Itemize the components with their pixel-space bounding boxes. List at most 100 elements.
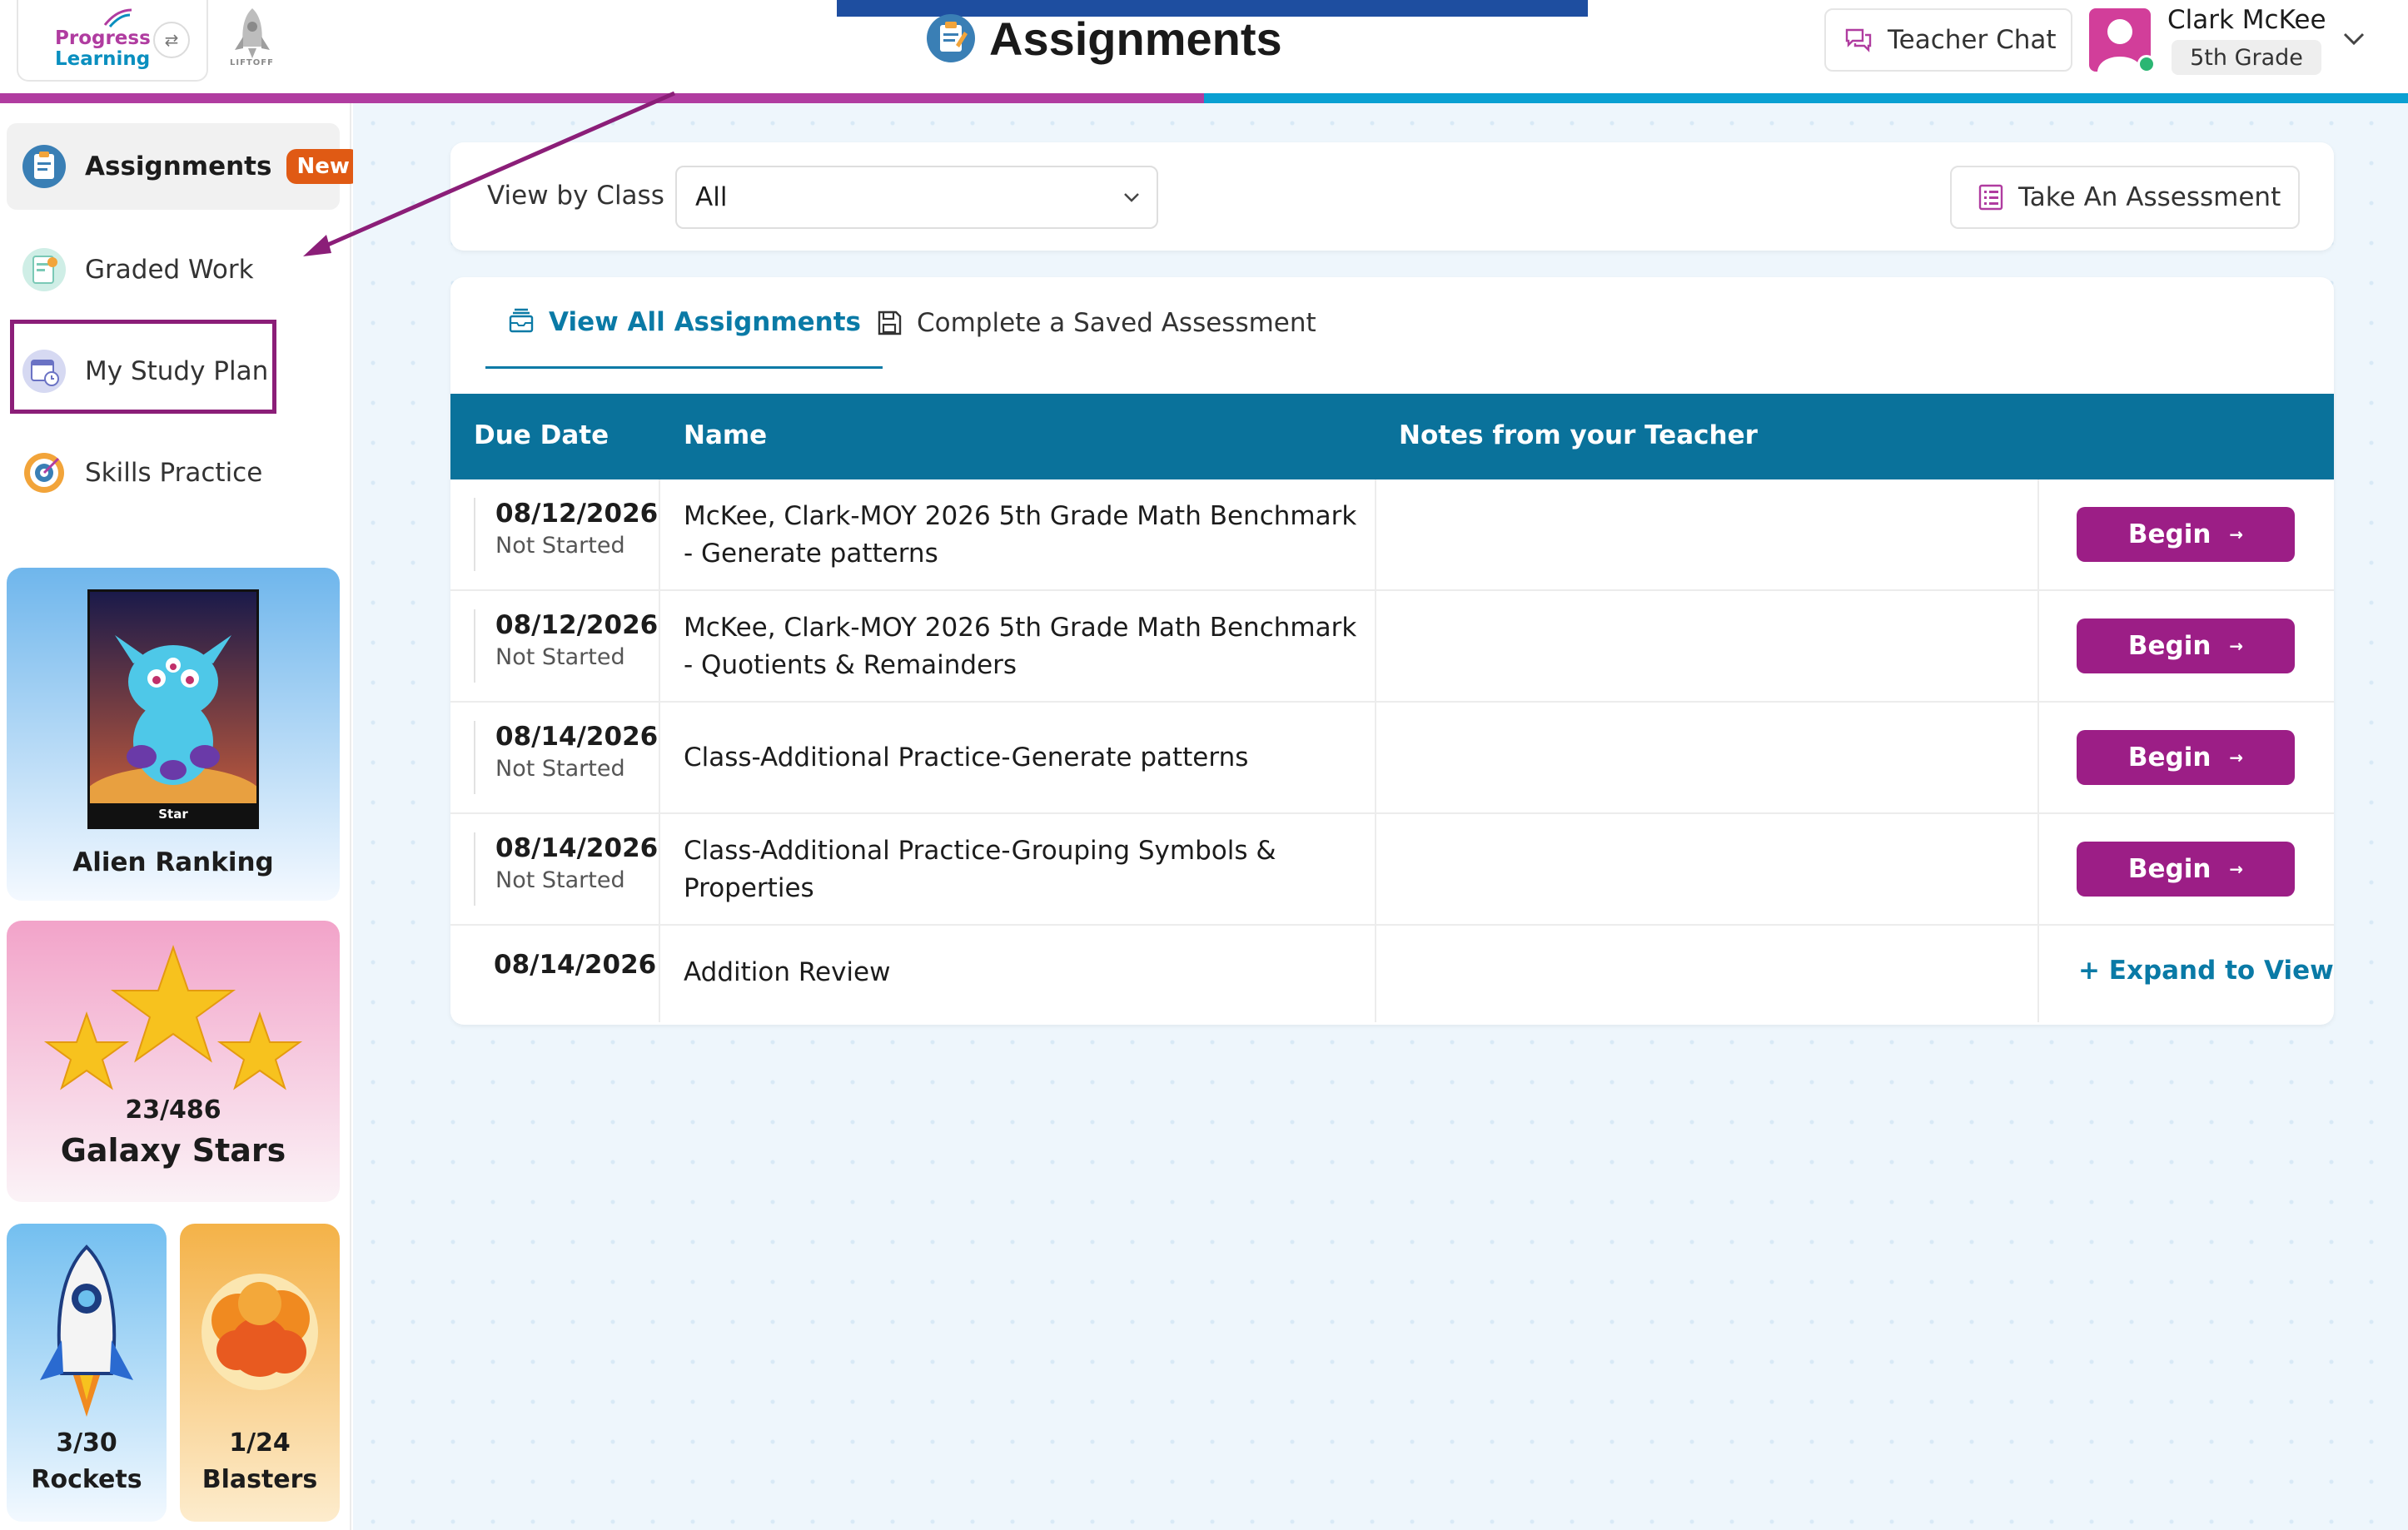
- user-grade-badge: 5th Grade: [2172, 40, 2321, 75]
- column-divider: [1375, 591, 1376, 701]
- table-row: 08/12/2026 Not Started McKee, Clark-MOY …: [450, 479, 2334, 591]
- new-badge: New: [286, 149, 360, 184]
- chevron-down-icon[interactable]: [2341, 28, 2366, 48]
- begin-label: Begin: [2127, 631, 2211, 661]
- arrow-right-icon: →: [2229, 636, 2244, 656]
- due-date: 08/14/2026: [495, 833, 659, 863]
- top-header: Progress Learning ⇄ LIFTOFF Assignments …: [0, 0, 2408, 93]
- header-progress-fill: [0, 93, 1204, 103]
- assignment-status: Not Started: [495, 867, 625, 893]
- explosion-icon: [201, 1274, 318, 1390]
- blasters-label: Blasters: [201, 1465, 318, 1494]
- tab-complete-saved-assessment[interactable]: Complete a Saved Assessment: [875, 296, 1316, 350]
- blasters-count: 1/24: [229, 1428, 291, 1458]
- column-due-date: Due Date: [474, 420, 609, 450]
- stars-icon: [43, 944, 303, 1090]
- due-date: 08/12/2026: [495, 499, 659, 529]
- logo-line-learning: Learning: [55, 48, 151, 70]
- tab-view-all-assignments[interactable]: View All Assignments: [485, 277, 883, 369]
- stacked-files-icon: [509, 308, 534, 332]
- assignment-name: Class-Additional Practice-Generate patte…: [684, 743, 1249, 772]
- liftoff-rocket-icon[interactable]: [223, 3, 281, 80]
- page-title: Assignments: [989, 12, 1282, 65]
- rocket-icon: [40, 1244, 133, 1417]
- begin-button[interactable]: Begin →: [2077, 618, 2295, 673]
- alien-poster: Star: [87, 589, 259, 829]
- liftoff-label: LIFTOFF: [230, 58, 274, 67]
- chat-bubbles-icon: [1845, 28, 1872, 52]
- sidebar-item-label: Assignments: [85, 152, 272, 181]
- sidebar-item-label: Graded Work: [85, 255, 254, 285]
- due-date: 08/14/2026: [495, 722, 659, 752]
- galaxy-stars-card[interactable]: 23/486 Galaxy Stars: [7, 921, 340, 1202]
- logo-text: Progress Learning: [55, 28, 151, 70]
- rockets-card[interactable]: 3/30 Rockets: [7, 1224, 167, 1522]
- clipboard-icon: [22, 145, 66, 188]
- teacher-chat-label: Teacher Chat: [1888, 25, 2057, 55]
- column-divider: [1375, 479, 1376, 589]
- rockets-count: 3/30: [56, 1428, 117, 1458]
- due-date-cell: 08/12/2026 Not Started: [474, 498, 677, 571]
- table-row: 08/14/2026 Not Started Class-Additional …: [450, 703, 2334, 814]
- assignment-status: Not Started: [495, 756, 625, 782]
- clipboard-icon: [927, 14, 975, 62]
- begin-button[interactable]: Begin →: [2077, 730, 2295, 785]
- teacher-chat-button[interactable]: Teacher Chat: [1824, 8, 2072, 72]
- sidebar-item-graded-work[interactable]: Graded Work: [7, 226, 340, 313]
- tab-label: Complete a Saved Assessment: [917, 308, 1316, 338]
- table-row: 08/12/2026 Not Started McKee, Clark-MOY …: [450, 591, 2334, 703]
- due-date-cell: 08/14/2026 Not Started: [474, 832, 677, 906]
- column-divider: [1375, 814, 1376, 924]
- assignment-name: McKee, Clark-MOY 2026 5th Grade Math Ben…: [684, 501, 1357, 569]
- arrow-right-icon: →: [2229, 859, 2244, 879]
- expand-to-view-link[interactable]: + Expand to View: [2078, 956, 2334, 986]
- graded-paper-icon: [22, 248, 66, 291]
- due-date-cell: 08/12/2026 Not Started: [474, 609, 677, 683]
- rockets-label: Rockets: [31, 1465, 142, 1494]
- sidebar-item-label: Skills Practice: [85, 458, 263, 488]
- poster-title: Star: [158, 807, 188, 822]
- column-name: Name: [684, 420, 768, 450]
- blasters-card[interactable]: 1/24 Blasters: [180, 1224, 340, 1522]
- sidebar-item-skills-practice[interactable]: Skills Practice: [7, 430, 340, 516]
- begin-label: Begin: [2127, 743, 2211, 772]
- graded-work-highlight: [10, 320, 276, 414]
- sidebar-item-assignments[interactable]: Assignments New: [7, 123, 360, 210]
- table-header: Due Date Name Notes from your Teacher: [450, 394, 2334, 479]
- column-divider: [1375, 926, 1376, 1022]
- begin-label: Begin: [2127, 519, 2211, 549]
- floppy-disk-icon: [878, 310, 902, 335]
- sidebar: Assignments New Graded Work My Study Pla…: [0, 103, 360, 1530]
- filter-panel: View by Class All Take An Assessment: [450, 142, 2334, 251]
- column-divider: [2037, 926, 2039, 1022]
- online-status-dot: [2137, 55, 2156, 73]
- logo-swirl-icon: [103, 8, 132, 27]
- galaxy-stars-label: Galaxy Stars: [60, 1132, 286, 1169]
- table-row: 08/14/2026 Addition Review + Expand to V…: [450, 926, 2334, 1022]
- arrow-right-icon: →: [2229, 524, 2244, 544]
- swap-arrows-icon: ⇄: [164, 30, 179, 50]
- begin-label: Begin: [2127, 854, 2211, 884]
- take-assessment-label: Take An Assessment: [2018, 182, 2281, 212]
- alien-ranking-card[interactable]: Star Alien Ranking: [7, 568, 340, 901]
- page-title-group: Assignments: [926, 12, 1282, 65]
- arrow-right-icon: →: [2229, 748, 2244, 767]
- begin-button[interactable]: Begin →: [2077, 842, 2295, 897]
- due-date-cell: 08/14/2026: [474, 949, 677, 999]
- class-select[interactable]: All: [675, 166, 1158, 229]
- column-notes: Notes from your Teacher: [1399, 420, 1758, 450]
- checklist-icon: [1978, 184, 2003, 211]
- user-name: Clark McKee: [2167, 5, 2326, 35]
- galaxy-stars-count: 23/486: [125, 1095, 221, 1125]
- assignment-status: Not Started: [495, 533, 625, 559]
- assignment-status: Not Started: [495, 644, 625, 670]
- begin-button[interactable]: Begin →: [2077, 507, 2295, 562]
- assignment-name: Class-Additional Practice-Grouping Symbo…: [684, 836, 1276, 903]
- column-divider: [1375, 703, 1376, 812]
- target-icon: [24, 453, 64, 493]
- column-divider: [2037, 703, 2039, 812]
- logo-line-progress: Progress: [55, 27, 151, 49]
- due-date: 08/14/2026: [494, 950, 657, 980]
- take-assessment-button[interactable]: Take An Assessment: [1950, 166, 2300, 229]
- switch-product-button[interactable]: ⇄: [153, 22, 190, 58]
